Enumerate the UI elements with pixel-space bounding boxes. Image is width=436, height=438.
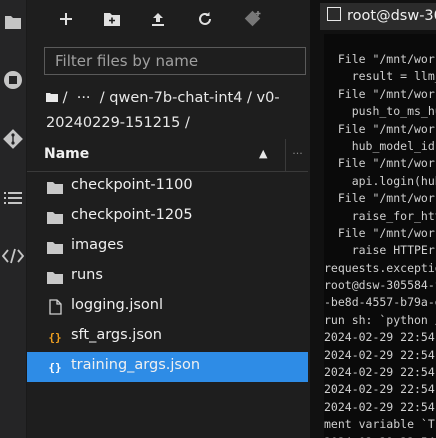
terminal-line: -be8d-4557-b79a-e1 xyxy=(324,295,436,310)
new-launcher-button[interactable] xyxy=(53,6,79,32)
json-file-icon: {} xyxy=(48,330,62,344)
file-row-checkpoint-1205[interactable]: checkpoint-1205 xyxy=(27,202,308,232)
folder-icon xyxy=(46,268,64,286)
breadcrumb: / ··· / qwen-7b-chat-int4 / v0- 20240229… xyxy=(46,86,301,136)
refresh-button[interactable] xyxy=(192,6,218,32)
file-name: logging.jsonl xyxy=(71,297,164,313)
file-list: checkpoint-1100 checkpoint-1205 images r… xyxy=(27,172,308,382)
terminal-line: result = llm_x xyxy=(351,69,436,84)
running-icon[interactable] xyxy=(1,68,25,92)
filter-files-input[interactable] xyxy=(44,47,306,75)
terminal-tab-title: root@dsw-305 xyxy=(347,8,436,24)
terminal-panel: root@dsw-305 File "/mnt/worksp result = … xyxy=(310,0,436,438)
terminal-line: File "/mnt/worksp xyxy=(337,86,436,101)
folder-icon[interactable] xyxy=(1,10,25,34)
file-name: checkpoint-1100 xyxy=(71,177,193,193)
terminal-line: 2024-02-29 22:54:5 xyxy=(324,382,436,397)
file-row-sft-args-json[interactable]: {} sft_args.json xyxy=(27,322,308,352)
terminal-line: push_to_ms_hub xyxy=(351,104,436,119)
column-more-icon[interactable]: ··· xyxy=(285,139,309,171)
file-name: training_args.json xyxy=(71,357,201,373)
file-row-checkpoint-1100[interactable]: checkpoint-1100 xyxy=(27,172,308,202)
git-clone-button[interactable] xyxy=(240,6,266,32)
upload-button[interactable] xyxy=(145,6,171,32)
json-file-icon: {} xyxy=(48,360,62,374)
terminal-line: root@dsw-305584-f7 xyxy=(324,278,436,293)
file-list-header: Name ▲ ··· xyxy=(27,139,308,172)
breadcrumb-line-1[interactable]: / ··· / qwen-7b-chat-int4 / v0- xyxy=(58,90,280,106)
file-row-logging-jsonl[interactable]: logging.jsonl xyxy=(27,292,308,322)
terminal-line: 2024-02-29 22:54:5 xyxy=(324,330,436,345)
sort-ascending-icon[interactable]: ▲ xyxy=(259,147,267,160)
git-icon[interactable] xyxy=(1,127,25,151)
terminal-line: 2024-02-29 22:54:5 xyxy=(324,399,436,414)
file-row-images[interactable]: images xyxy=(27,232,308,262)
breadcrumb-line-2[interactable]: 20240229-151215 / xyxy=(46,115,190,131)
new-folder-button[interactable] xyxy=(99,6,125,32)
terminal-line: File "/mnt/worksp xyxy=(337,156,436,171)
terminal-line: File "/mnt/worksp xyxy=(337,191,436,206)
terminal-line: 2024-02-29 22:54:5 xyxy=(324,365,436,380)
file-toolbar xyxy=(27,0,308,38)
file-row-training-args-json[interactable]: {} training_args.json xyxy=(27,352,308,382)
file-name: runs xyxy=(71,267,103,283)
terminal-line: File "/mnt/worksp xyxy=(337,52,436,66)
folder-icon xyxy=(46,208,64,226)
name-column-header[interactable]: Name xyxy=(44,146,89,162)
terminal-line: raise_for_http_ xyxy=(351,208,436,223)
file-name: images xyxy=(71,237,124,253)
root-folder-icon[interactable] xyxy=(46,90,58,106)
table-of-contents-icon[interactable] xyxy=(1,186,25,210)
file-name: sft_args.json xyxy=(71,327,162,343)
terminal-line: ment variable `TF_ xyxy=(324,417,436,432)
terminal-line: api.login(hub_t xyxy=(351,173,436,188)
terminal-line: requests.exceptions xyxy=(324,260,436,275)
terminal-line: 2024-02-29 22:54:5 xyxy=(324,347,436,362)
file-icon xyxy=(46,298,64,316)
terminal-icon xyxy=(327,7,341,21)
terminal-line: raise HTTPError xyxy=(351,243,436,258)
activity-bar xyxy=(0,0,27,438)
extension-code-icon[interactable] xyxy=(1,244,25,268)
folder-icon xyxy=(46,238,64,256)
terminal-line: run sh: `python /mn xyxy=(324,312,436,327)
terminal-line: hub_model_id = xyxy=(351,138,435,153)
file-browser-panel: / ··· / qwen-7b-chat-int4 / v0- 20240229… xyxy=(27,0,308,438)
terminal-tab[interactable]: root@dsw-305 xyxy=(320,3,436,30)
file-name: checkpoint-1205 xyxy=(71,207,193,223)
terminal-lines: File "/mnt/worksp result = llm_x File "/… xyxy=(324,51,436,438)
folder-icon xyxy=(46,178,64,196)
terminal-output[interactable]: File "/mnt/worksp result = llm_x File "/… xyxy=(324,34,436,438)
terminal-line: 2024-02-29 22:54:5 xyxy=(324,434,436,438)
file-row-runs[interactable]: runs xyxy=(27,262,308,292)
terminal-line: File "/mnt/worksp xyxy=(337,225,436,240)
terminal-line: File "/mnt/worksp xyxy=(337,121,436,136)
